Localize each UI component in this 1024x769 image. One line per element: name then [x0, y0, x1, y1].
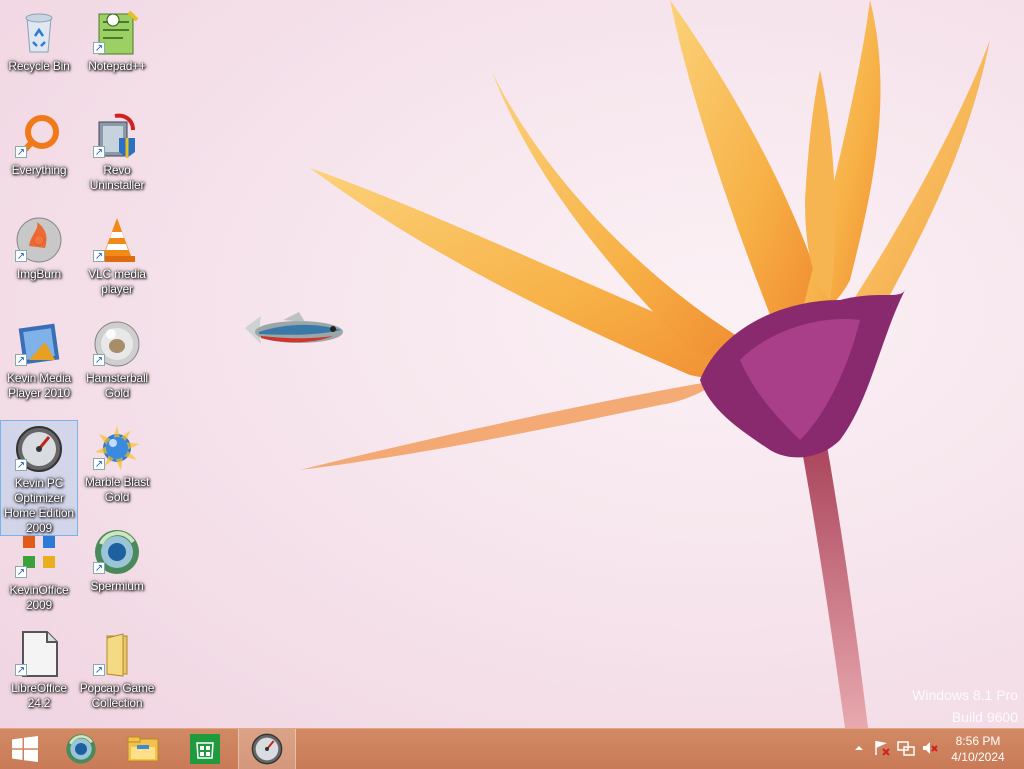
office-logo-icon: ↗ — [15, 532, 63, 580]
desktop-icon-vlc[interactable]: ↗ VLC media player — [78, 212, 156, 312]
desktop-icon-label: Revo Uninstaller — [89, 163, 145, 192]
desktop-icon-label: Recycle Bin — [8, 59, 70, 73]
shortcut-arrow-icon: ↗ — [15, 250, 27, 262]
desktop-icon-popcap-folder[interactable]: ↗ Popcap Game Collection — [78, 626, 156, 726]
desktop-icon-hamsterball[interactable]: ↗ Hamsterball Gold — [78, 316, 156, 416]
vlc-cone-icon: ↗ — [93, 216, 141, 264]
shortcut-arrow-icon: ↗ — [93, 354, 105, 366]
desktop-icon-imgburn[interactable]: ↗ ImgBurn — [0, 212, 78, 312]
file-explorer-icon — [127, 736, 159, 762]
desktop-icon-spermium[interactable]: ↗ Spermium — [78, 524, 156, 624]
desktop-icon-label: VLC media player — [88, 267, 146, 296]
revo-uninstaller-icon: ↗ — [93, 112, 141, 160]
marble-blast-icon: ↗ — [93, 424, 141, 472]
speedometer-icon — [251, 733, 283, 765]
taskbar-spermium-button[interactable] — [52, 729, 110, 769]
desktop[interactable]: Recycle Bin ↗ Everything ↗ ImgBurn ↗ Kev… — [0, 0, 1024, 728]
volume-muted-icon[interactable] — [921, 739, 939, 757]
desktop-icon-everything[interactable]: ↗ Everything — [0, 108, 78, 208]
shortcut-arrow-icon: ↗ — [15, 354, 27, 366]
media-player-film-icon: ↗ — [15, 320, 63, 368]
shortcut-arrow-icon: ↗ — [93, 250, 105, 262]
desktop-icon-label: Marble Blast Gold — [84, 475, 150, 504]
spermium-browser-icon: ↗ — [93, 528, 141, 576]
desktop-icon-kevin-media-player[interactable]: ↗ Kevin Media Player 2010 — [0, 316, 78, 416]
shortcut-arrow-icon: ↗ — [93, 458, 105, 470]
spermium-browser-icon — [66, 734, 96, 764]
desktop-icon-label: Kevin PC Optimizer Home Edition 2009 — [4, 476, 74, 535]
taskbar-clock[interactable]: 8:56 PM 4/10/2024 — [946, 733, 1010, 765]
windows-logo-icon — [12, 736, 38, 762]
shortcut-arrow-icon: ↗ — [93, 146, 105, 158]
clock-time: 8:56 PM — [955, 734, 1001, 748]
hamsterball-icon: ↗ — [93, 320, 141, 368]
desktop-icon-label: Notepad++ — [88, 59, 146, 73]
speedometer-icon: ↗ — [15, 425, 63, 473]
watermark-build: Build 9600 — [951, 709, 1018, 725]
desktop-icon-kevinoffice[interactable]: ↗ KevinOffice 2009 — [0, 528, 78, 628]
taskbar: 8:56 PM 4/10/2024 — [0, 728, 1024, 769]
desktop-icon-label: Kevin Media Player 2010 — [7, 371, 71, 400]
folder-icon: ↗ — [93, 630, 141, 678]
watermark-edition: Windows 8.1 Pro — [912, 687, 1018, 703]
desktop-fish-pet[interactable] — [243, 308, 345, 354]
notepad-plus-plus-icon: ↗ — [93, 8, 141, 56]
everything-search-icon: ↗ — [15, 112, 63, 160]
windows-watermark: Windows 8.1 Pro Build 9600 — [912, 684, 1018, 728]
desktop-icon-label: LibreOffice 24.2 — [11, 681, 67, 710]
desktop-icon-libreoffice[interactable]: ↗ LibreOffice 24.2 — [0, 626, 78, 726]
recycle-bin-icon — [15, 8, 63, 56]
desktop-icon-label: ImgBurn — [17, 267, 61, 281]
action-center-flag-icon[interactable] — [873, 739, 891, 757]
desktop-icon-label: KevinOffice 2009 — [9, 583, 69, 612]
desktop-icon-kevin-pc-optimizer[interactable]: ↗ Kevin PC Optimizer Home Edition 2009 — [0, 420, 78, 536]
network-icon[interactable] — [897, 739, 915, 757]
shortcut-arrow-icon: ↗ — [93, 664, 105, 676]
taskbar-file-explorer-button[interactable] — [114, 729, 172, 769]
desktop-icon-marble-blast[interactable]: ↗ Marble Blast Gold — [78, 420, 156, 520]
taskbar-pc-optimizer-button[interactable] — [238, 729, 296, 769]
desktop-icon-revo-uninstaller[interactable]: ↗ Revo Uninstaller — [78, 108, 156, 208]
shortcut-arrow-icon: ↗ — [15, 146, 27, 158]
imgburn-icon: ↗ — [15, 216, 63, 264]
shortcut-arrow-icon: ↗ — [93, 562, 105, 574]
desktop-icon-label: Hamsterball Gold — [86, 371, 148, 400]
shortcut-arrow-icon: ↗ — [15, 459, 27, 471]
start-button[interactable] — [0, 729, 50, 769]
desktop-icon-recycle-bin[interactable]: Recycle Bin — [0, 4, 78, 104]
taskbar-store-button[interactable] — [176, 729, 234, 769]
desktop-icon-notepad-plus-plus[interactable]: ↗ Notepad++ — [78, 4, 156, 104]
shortcut-arrow-icon: ↗ — [15, 566, 27, 578]
desktop-icon-label: Everything — [11, 163, 67, 177]
clock-date: 4/10/2024 — [951, 750, 1005, 764]
windows-store-icon — [190, 734, 220, 764]
desktop-icon-label: Popcap Game Collection — [79, 681, 155, 710]
libreoffice-document-icon: ↗ — [15, 630, 63, 678]
desktop-icon-label: Spermium — [90, 579, 144, 593]
shortcut-arrow-icon: ↗ — [93, 42, 105, 54]
show-hidden-icons-chevron-icon[interactable] — [850, 739, 868, 757]
shortcut-arrow-icon: ↗ — [15, 664, 27, 676]
